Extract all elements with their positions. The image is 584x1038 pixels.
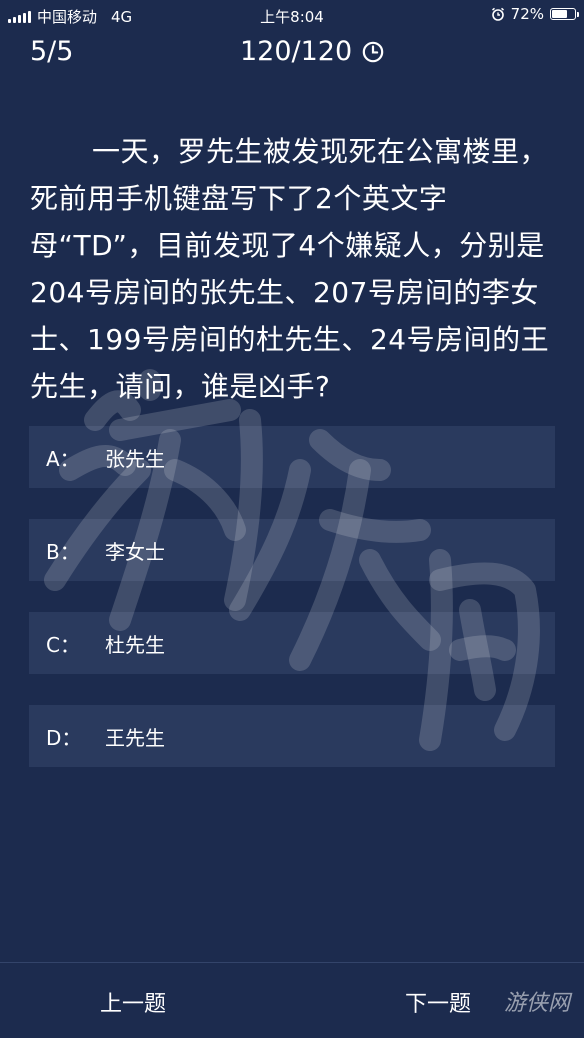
question-text: 一天，罗先生被发现死在公寓楼里，死前用手机键盘写下了2个英文字母“TD”，目前发… [30, 135, 550, 403]
option-a-text: 张先生 [105, 446, 165, 471]
status-bar: 中国移动 4G 上午8:04 72% [0, 0, 584, 30]
option-d-text: 王先生 [105, 725, 165, 750]
battery-icon [550, 8, 579, 20]
battery-fill [552, 10, 567, 18]
watermark-logo: 游侠网 [504, 991, 571, 1016]
quiz-screen: 中国移动 4G 上午8:04 72% 5/5 120/120 一天，罗先生被发现… [0, 0, 584, 1038]
option-a-letter: A： [46, 446, 80, 471]
option-b-text: 李女士 [105, 539, 165, 564]
prev-question-button[interactable]: 上一题 [100, 986, 166, 1018]
timer: 120/120 [240, 36, 384, 67]
option-d-letter: D： [46, 725, 82, 750]
clock-icon [362, 41, 384, 62]
bottom-divider [0, 962, 584, 963]
quiz-header: 5/5 120/120 [0, 32, 584, 76]
option-c[interactable]: C： 杜先生 [29, 612, 555, 674]
timer-value: 120/120 [240, 36, 353, 67]
option-b[interactable]: B： 李女士 [29, 519, 555, 581]
option-c-text: 杜先生 [105, 632, 165, 657]
battery-percent: 72% [510, 5, 544, 23]
question-progress: 5/5 [30, 36, 74, 67]
alarm-icon [491, 7, 504, 21]
status-right: 72% [491, 5, 579, 23]
option-c-letter: C： [46, 632, 80, 657]
option-d[interactable]: D： 王先生 [29, 705, 555, 767]
option-a[interactable]: A： 张先生 [29, 426, 555, 488]
next-question-button[interactable]: 下一题 [405, 986, 471, 1018]
option-b-letter: B： [46, 539, 80, 564]
